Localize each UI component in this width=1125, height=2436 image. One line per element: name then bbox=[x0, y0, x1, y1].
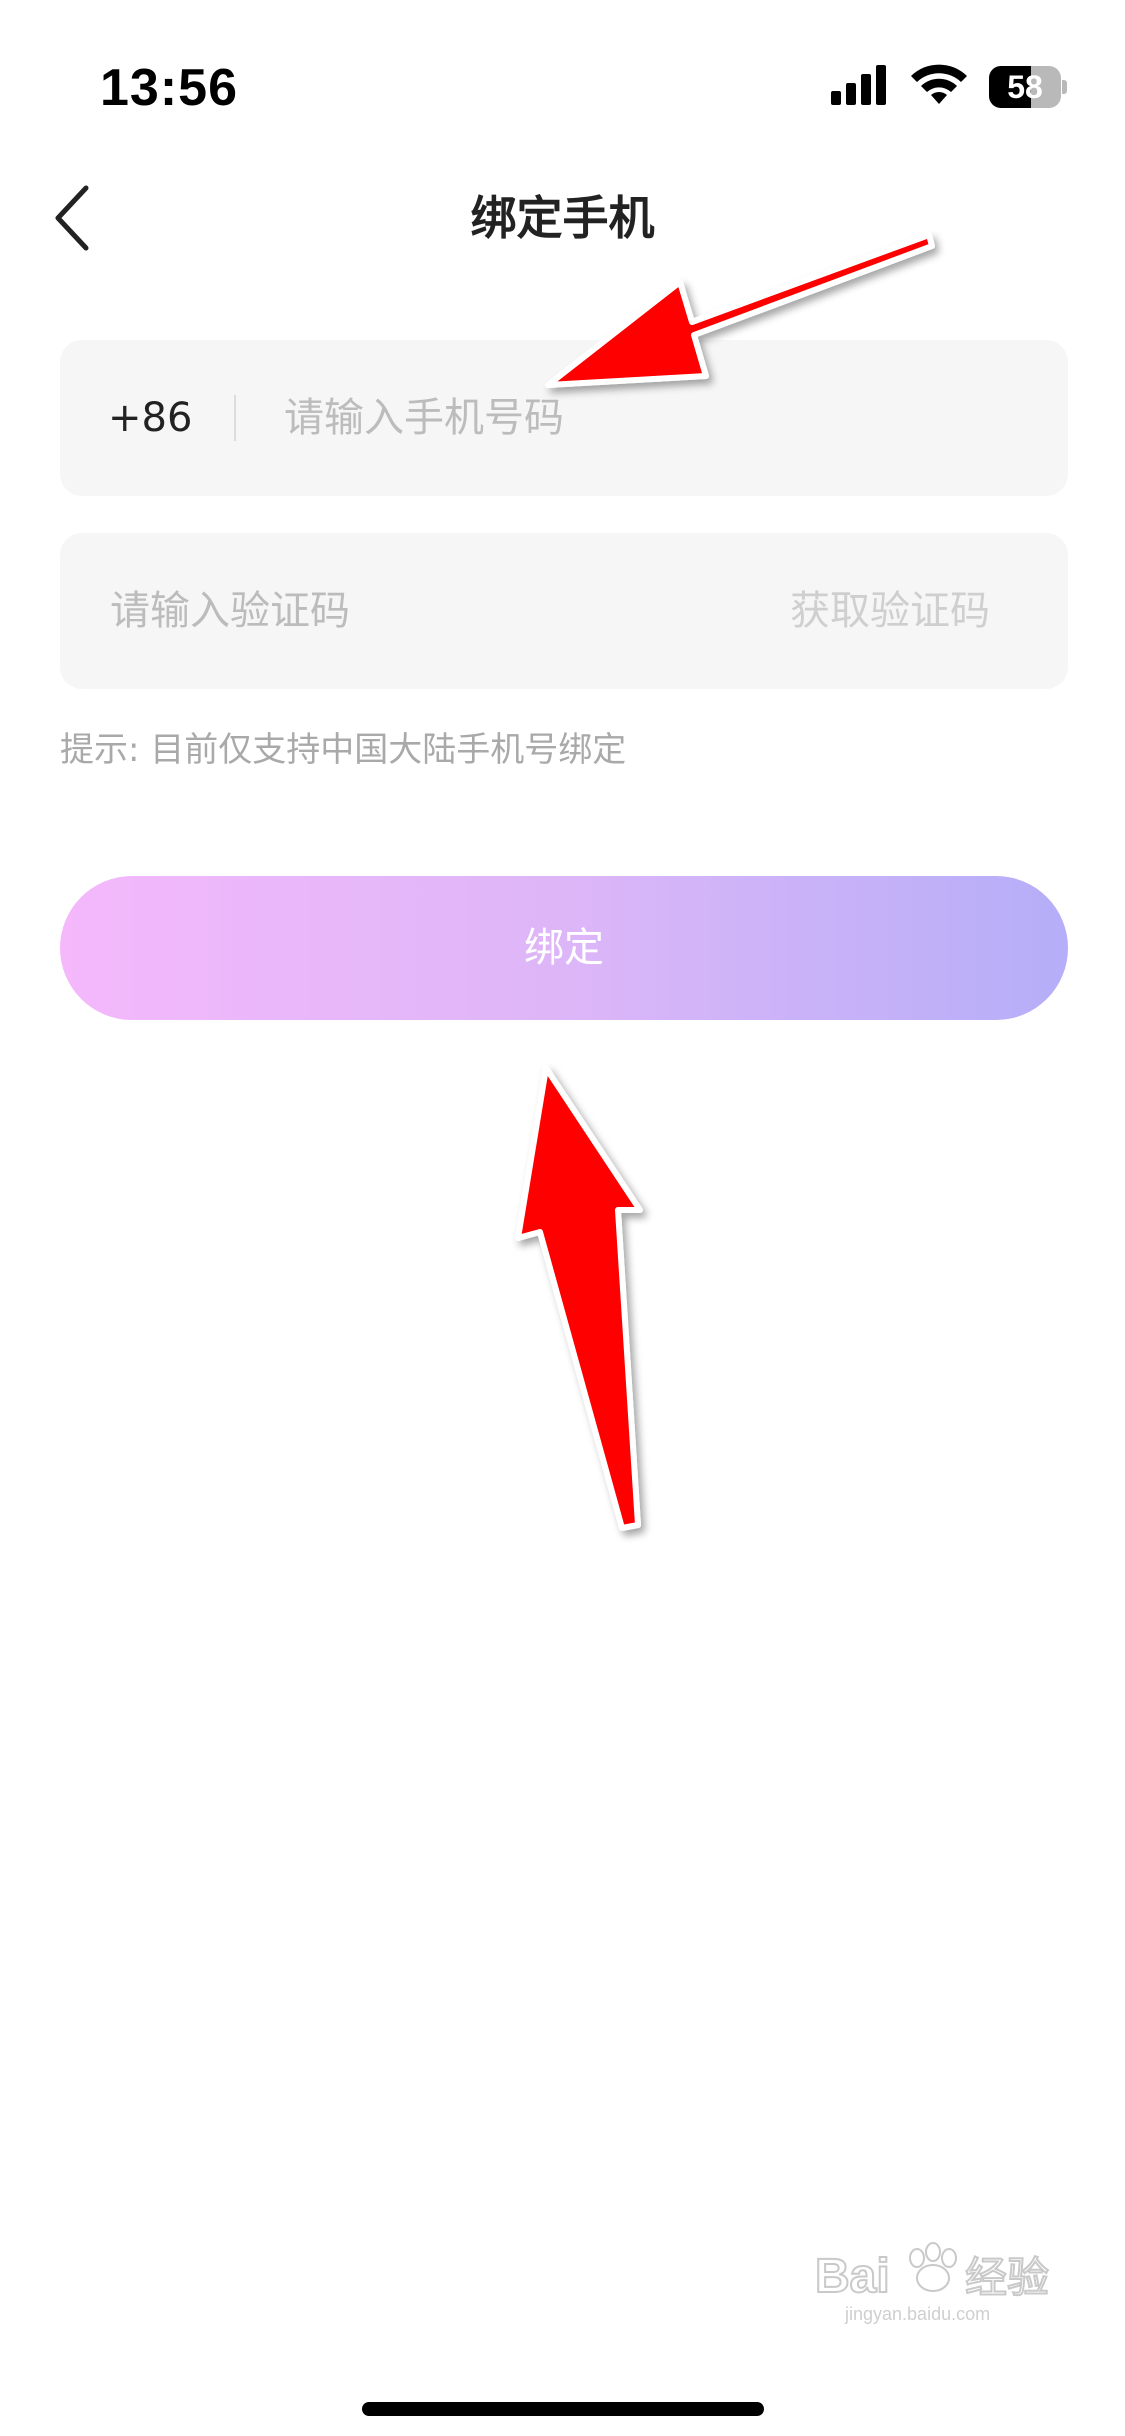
hint-text: 提示: 目前仅支持中国大陆手机号绑定 bbox=[60, 730, 627, 770]
svg-text:经验: 经验 bbox=[965, 2253, 1049, 2302]
country-code-selector[interactable]: +86 bbox=[108, 340, 192, 496]
verification-code-field: 获取验证码 bbox=[60, 533, 1068, 689]
status-bar: 13:56 58 bbox=[0, 0, 1125, 140]
battery-icon: 58 bbox=[989, 66, 1067, 108]
cellular-signal-icon bbox=[831, 65, 889, 109]
phone-field: +86 bbox=[60, 340, 1068, 496]
bind-phone-screen: 13:56 58 绑定手机 +86 请输入手机号码 请输入验证码 获取验证码 提… bbox=[0, 0, 1125, 2436]
status-time: 13:56 bbox=[100, 59, 238, 117]
watermark-logo: Bai 经验 jingyan.baidu.com bbox=[805, 2240, 1065, 2330]
battery-level: 58 bbox=[1007, 69, 1043, 105]
get-code-button[interactable]: 获取验证码 bbox=[790, 533, 990, 689]
svg-text:Bai: Bai bbox=[815, 2250, 890, 2303]
bind-button[interactable]: 绑定 bbox=[60, 876, 1068, 1020]
field-divider bbox=[234, 395, 236, 441]
home-indicator bbox=[362, 2402, 764, 2416]
nav-bar: 绑定手机 bbox=[0, 160, 1125, 270]
phone-number-input[interactable] bbox=[282, 340, 1042, 496]
wifi-icon bbox=[911, 64, 967, 110]
svg-text:jingyan.baidu.com: jingyan.baidu.com bbox=[844, 2304, 990, 2324]
page-title: 绑定手机 bbox=[470, 191, 655, 245]
arrow-to-bind-button bbox=[515, 1065, 643, 1531]
verification-code-input[interactable] bbox=[108, 533, 748, 689]
status-icons: 58 bbox=[831, 62, 1067, 112]
